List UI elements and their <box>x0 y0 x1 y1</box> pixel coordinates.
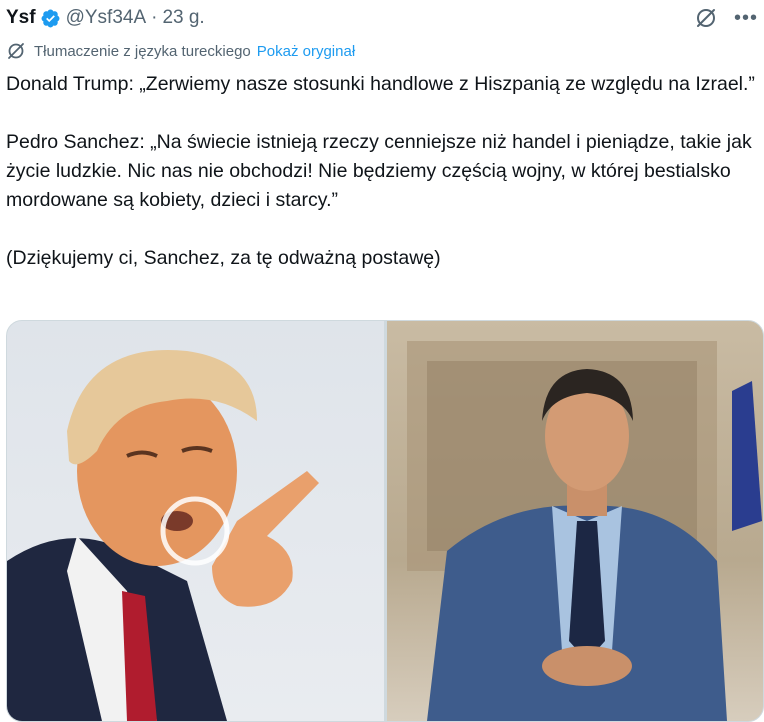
verified-badge-icon <box>40 8 61 29</box>
tweet-paragraph-1: Donald Trump: „Zerwiemy nasze stosunki h… <box>6 73 755 95</box>
translation-label: Tłumaczenie z języka tureckiego <box>34 42 251 60</box>
more-icon[interactable]: ••• <box>734 8 758 28</box>
tweet-timestamp[interactable]: 23 g. <box>162 7 204 29</box>
header-actions: ••• <box>694 4 758 32</box>
translation-notice: Tłumaczenie z języka tureckiego Pokaż or… <box>6 40 355 62</box>
separator-dot: · <box>151 7 158 28</box>
tweet-paragraph-3: (Dziękujemy ci, Sanchez, za tę odważną p… <box>6 247 441 269</box>
show-original-link[interactable]: Pokaż oryginał <box>257 43 355 60</box>
author-handle[interactable]: @Ysf34A <box>66 7 147 29</box>
photo-trump[interactable] <box>7 321 384 721</box>
tweet-paragraph-2: Pedro Sanchez: „Na świecie istnieją rzec… <box>6 131 752 211</box>
tweet-header: Ysf @Ysf34A · 23 g. ••• <box>6 4 760 32</box>
author-name[interactable]: Ysf <box>6 7 36 29</box>
photo-sanchez[interactable] <box>386 321 763 721</box>
translate-icon <box>6 41 26 61</box>
grok-icon[interactable] <box>694 6 718 30</box>
tweet-text: Donald Trump: „Zerwiemy nasze stosunki h… <box>6 70 762 273</box>
tweet-media[interactable] <box>6 320 764 722</box>
